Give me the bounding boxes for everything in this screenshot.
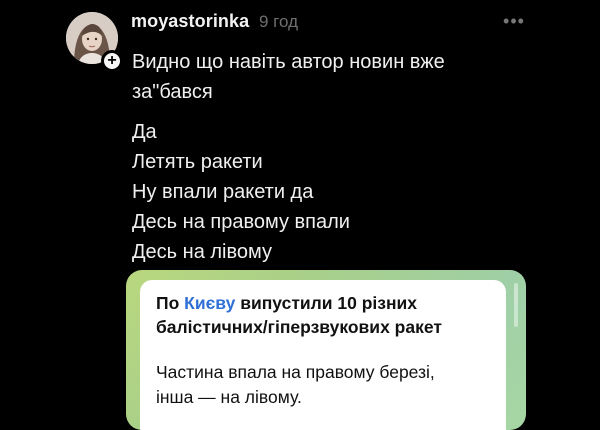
post-text-line: Десь на правому впали	[132, 211, 350, 233]
quoted-subtext: Частина впала на правому березі, інша — …	[156, 360, 490, 410]
quoted-headline-rest: балістичних/гіперзвукових ракет	[156, 317, 442, 337]
quoted-subtext-line: Частина впала на правому березі,	[156, 362, 435, 382]
quoted-headline-rest: випустили 10 різних	[240, 293, 418, 313]
quoted-message-card: По Києву випустили 10 різних балістичних…	[140, 280, 506, 430]
post-text-line: Ну впали ракети да	[132, 181, 314, 203]
quoted-subtext-line: інша — на лівому.	[156, 387, 302, 407]
post-text-line: за"бався	[132, 81, 213, 103]
post-text-line: Да	[132, 121, 157, 143]
post-text-intro: Видно що навіть автор новин вже за"бався	[132, 47, 445, 107]
quoted-headline-prefix: По	[156, 293, 180, 313]
more-horizontal-icon[interactable]: •••	[500, 11, 528, 31]
post-text-line: Видно що навіть автор новин вже	[132, 51, 445, 73]
post-timestamp: 9 год	[259, 12, 299, 31]
post-text-line: Десь на лівому	[132, 241, 272, 263]
username[interactable]: moyastorinka	[131, 11, 249, 32]
post-text-body: Да Летять ракети Ну впали ракети да Десь…	[132, 117, 350, 267]
thread-post: + moyastorinka 9 год ••• Видно що навіть…	[0, 0, 600, 430]
scrollbar-thumb[interactable]	[514, 283, 518, 327]
post-text-line: Летять ракети	[132, 151, 263, 173]
attached-image[interactable]: По Києву випустили 10 різних балістичних…	[126, 270, 526, 430]
plus-icon: +	[107, 51, 117, 69]
quoted-headline: По Києву випустили 10 різних балістичних…	[156, 291, 490, 339]
quoted-headline-link: Києву	[184, 293, 236, 313]
follow-button[interactable]: +	[101, 50, 123, 72]
